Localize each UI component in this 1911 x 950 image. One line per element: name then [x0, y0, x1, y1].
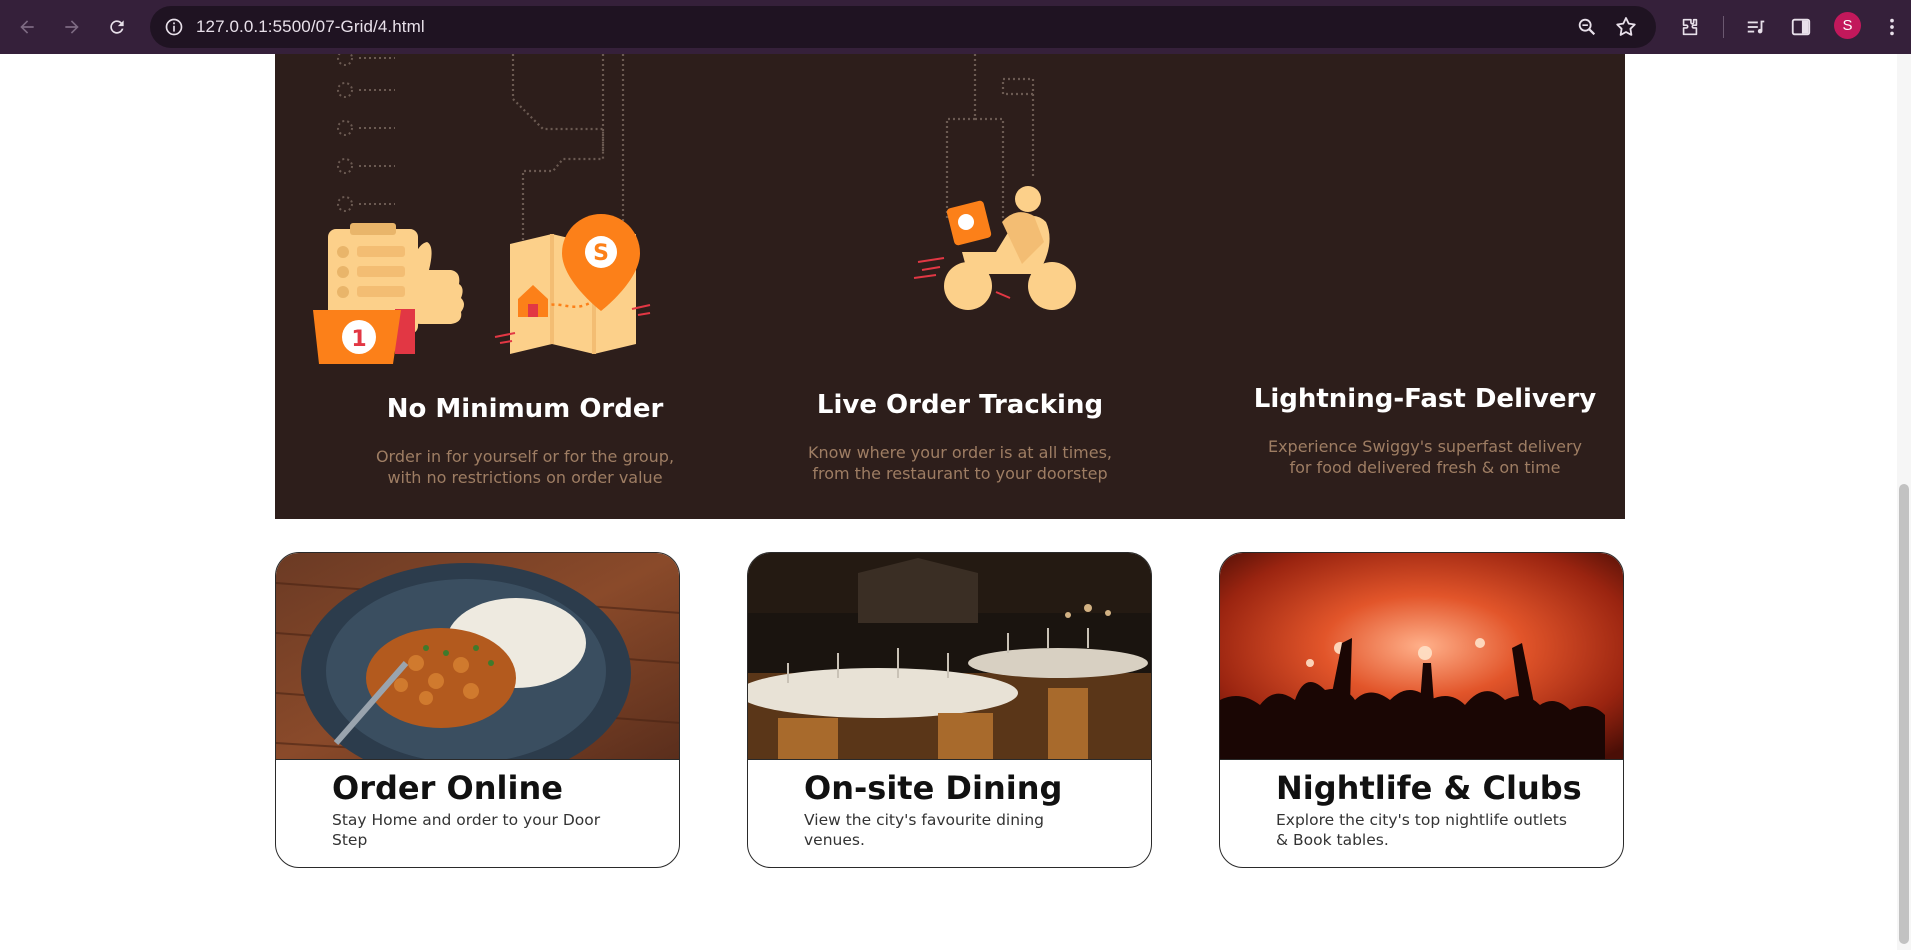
- lightning-fast-delivery-illustration: [705, 54, 905, 374]
- extensions-icon: [1682, 18, 1698, 36]
- site-info-icon[interactable]: [164, 17, 184, 37]
- card-description: View the city's favourite dining venues.: [804, 811, 1045, 849]
- card-title: Nightlife & Clubs: [1276, 769, 1582, 807]
- svg-text:1: 1: [351, 327, 366, 352]
- on-site-dining-photo: [748, 553, 1151, 760]
- toolbar-divider: [1723, 16, 1724, 38]
- feature-no-minimum-order: No Minimum Order Order in for yourself o…: [290, 394, 760, 488]
- scrollbar-thumb[interactable]: [1899, 484, 1909, 944]
- forward-button[interactable]: [55, 10, 89, 44]
- zoom-icon[interactable]: [1576, 16, 1598, 38]
- media-icon: [1747, 20, 1765, 34]
- order-online-photo: [276, 553, 679, 760]
- card-title: On-site Dining: [804, 769, 1063, 807]
- forward-icon: [65, 20, 79, 34]
- card-description: Explore the city's top nightlife outlets…: [1276, 811, 1567, 849]
- card-order-online[interactable]: Order Online Stay Home and order to your…: [275, 552, 680, 868]
- extensions-button[interactable]: [1673, 10, 1707, 44]
- back-button[interactable]: [10, 10, 44, 44]
- feature-title: No Minimum Order: [386, 394, 664, 424]
- nightlife-clubs-photo: [1220, 553, 1623, 760]
- feature-description: Experience Swiggy's superfast delivery f…: [1267, 437, 1583, 477]
- card-on-site-dining[interactable]: On-site Dining View the city's favourite…: [747, 552, 1152, 868]
- address-bar[interactable]: 127.0.0.1:5500/07-Grid/4.html: [150, 6, 1656, 48]
- media-button[interactable]: [1739, 10, 1773, 44]
- feature-lightning-fast-delivery: Lightning-Fast Delivery Experience Swigg…: [1195, 384, 1655, 478]
- page-scrollbar[interactable]: [1897, 54, 1911, 950]
- feature-description: Order in for yourself or for the group, …: [375, 447, 675, 487]
- no-minimum-order-illustration: 1: [313, 54, 464, 364]
- side-panel-icon: [1791, 18, 1811, 36]
- reload-button[interactable]: [100, 10, 134, 44]
- profile-avatar[interactable]: S: [1834, 12, 1861, 39]
- menu-button[interactable]: [1875, 10, 1909, 44]
- url-text[interactable]: 127.0.0.1:5500/07-Grid/4.html: [196, 17, 425, 37]
- card-description: Stay Home and order to your Door Step: [332, 811, 601, 849]
- page-viewport: 1 No Minimum Order Order in for yourself…: [0, 54, 1911, 950]
- live-order-tracking-illustration: S: [494, 54, 651, 354]
- back-icon: [20, 20, 34, 34]
- bookmark-star-icon[interactable]: [1614, 15, 1638, 39]
- menu-icon: [1890, 18, 1894, 36]
- features-section: 1 No Minimum Order Order in for yourself…: [275, 54, 1625, 519]
- browser-toolbar: 127.0.0.1:5500/07-Grid/4.html S: [0, 0, 1911, 54]
- feature-description: Know where your order is at all times, f…: [807, 443, 1112, 483]
- reload-icon: [110, 20, 124, 34]
- delivery-scooter-illustration: [914, 54, 1077, 310]
- feature-live-order-tracking: Live Order Tracking Know where your orde…: [740, 390, 1180, 484]
- feature-title: Lightning-Fast Delivery: [1253, 384, 1597, 414]
- side-panel-button[interactable]: [1784, 10, 1818, 44]
- card-title: Order Online: [332, 769, 563, 807]
- svg-text:S: S: [593, 241, 609, 266]
- feature-title: Live Order Tracking: [816, 390, 1104, 420]
- card-nightlife-clubs[interactable]: Nightlife & Clubs Explore the city's top…: [1219, 552, 1624, 868]
